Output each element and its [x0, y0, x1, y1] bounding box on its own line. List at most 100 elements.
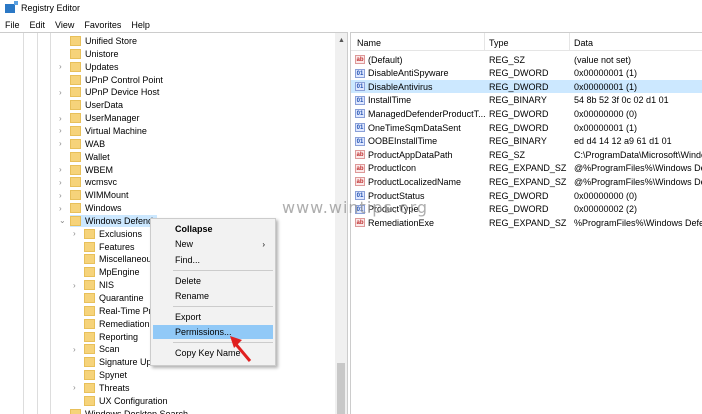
chevron-down-icon[interactable]: ⌄ [59, 216, 67, 225]
tree-node[interactable]: Unistore [70, 48, 123, 60]
chevron-right-icon[interactable]: › [59, 126, 67, 135]
value-row[interactable]: 01 DisableAntiSpyware REG_DWORD 0x00000001 … [351, 67, 702, 80]
binary-value-icon: 01 [355, 123, 365, 132]
chevron-right-icon[interactable]: › [73, 383, 81, 392]
scrollbar-thumb[interactable] [337, 363, 345, 414]
menu-item-label: Delete [175, 276, 202, 286]
tree-node[interactable]: › Exclusions [73, 228, 146, 240]
tree-node[interactable]: › Threats [73, 382, 134, 394]
chevron-right-icon[interactable]: › [73, 229, 81, 238]
tree-node[interactable]: › Scan [73, 343, 124, 355]
folder-icon [84, 344, 95, 355]
menu-view[interactable]: View [50, 20, 79, 30]
tree-line [37, 33, 38, 414]
menu-item-label: Export [175, 312, 202, 322]
folder-icon [70, 408, 81, 414]
chevron-right-icon[interactable]: › [59, 178, 67, 187]
tree-node[interactable]: › Virtual Machine [59, 125, 151, 137]
value-row[interactable]: ab RemediationExe REG_EXPAND_SZ %ProgramFil… [351, 216, 702, 229]
value-name: ProductIcon [368, 163, 417, 174]
value-row[interactable]: ab ProductIcon REG_EXPAND_SZ @%ProgramFiles… [351, 162, 702, 175]
tree-node[interactable]: Quarantine [84, 292, 148, 304]
column-data-header[interactable]: Data [574, 38, 593, 48]
menu-edit[interactable]: Edit [25, 20, 51, 30]
tree-node-label: WBEM [85, 164, 113, 175]
value-row[interactable]: 01 InstallTime REG_BINARY 54 8b 52 3f 0c 02… [351, 94, 702, 107]
chevron-right-icon[interactable]: › [73, 345, 81, 354]
tree-node[interactable]: Remediation [84, 318, 154, 330]
tree-node[interactable]: › WBEM [59, 164, 117, 176]
menu-separator [173, 270, 273, 271]
value-row[interactable]: ab (Default) REG_SZ (value not set) [351, 53, 702, 66]
tree-node[interactable]: › WIMMount [59, 189, 133, 201]
tree-node[interactable]: Reporting [84, 331, 142, 343]
tree-node[interactable]: ⌄ Windows Defend [59, 214, 158, 227]
tree-node-label: UPnP Control Point [85, 74, 163, 85]
watermark: www.wintips.org [282, 198, 429, 217]
folder-icon [84, 370, 95, 381]
chevron-right-icon[interactable]: › [59, 139, 67, 148]
folder-icon [70, 113, 81, 124]
tree-node[interactable]: › UserManager [59, 112, 144, 124]
value-row[interactable]: ab ProductAppDataPath REG_SZ C:\ProgramData… [351, 148, 702, 161]
tree-node[interactable]: Windows Desktop Search [70, 408, 192, 414]
menu-item-permissions[interactable]: Permissions... [153, 325, 273, 339]
tree-node[interactable]: Features [84, 241, 139, 253]
tree-node[interactable]: › WAB [59, 138, 109, 150]
value-row[interactable]: 01 OOBEInstallTime REG_BINARY ed d4 14 12 a… [351, 135, 702, 148]
chevron-right-icon[interactable]: › [59, 204, 67, 213]
value-row[interactable]: ab ProductLocalizedName REG_EXPAND_SZ @%Pro… [351, 175, 702, 188]
column-type-header[interactable]: Type [489, 38, 509, 48]
binary-value-icon: 01 [355, 82, 365, 92]
scroll-up-icon[interactable]: ▲ [338, 37, 345, 44]
column-name-header[interactable]: Name [357, 38, 381, 48]
value-row[interactable]: 01 DisableAntivirus REG_DWORD 0x00000001 (1… [351, 80, 702, 94]
menu-item-export[interactable]: Export [153, 310, 273, 324]
menu-help[interactable]: Help [126, 20, 155, 30]
tree-node[interactable]: Wallet [70, 151, 114, 163]
chevron-right-icon[interactable]: › [59, 88, 67, 97]
folder-icon [70, 151, 81, 162]
chevron-right-icon[interactable]: › [73, 281, 81, 290]
menu-favorites[interactable]: Favorites [79, 20, 126, 30]
tree-node[interactable]: Unified Store [70, 35, 141, 47]
value-type: REG_DWORD [489, 122, 549, 133]
chevron-right-icon[interactable]: › [59, 191, 67, 200]
tree-node[interactable]: Spynet [84, 369, 131, 381]
menu-item-copy-key-name[interactable]: Copy Key Name [153, 346, 273, 360]
menu-file[interactable]: File [0, 20, 25, 30]
folder-icon [70, 190, 81, 201]
value-row[interactable]: 01 OneTimeSqmDataSent REG_DWORD 0x00000001 … [351, 121, 702, 134]
folder-icon [70, 61, 81, 72]
tree-scrollbar[interactable]: ▲ [335, 33, 347, 414]
folder-icon [70, 48, 81, 59]
tree-node[interactable]: › Windows [59, 202, 126, 214]
tree-node[interactable]: MpEngine [84, 266, 144, 278]
tree-node[interactable]: UX Configuration [84, 395, 172, 407]
tree-node[interactable]: › NIS [73, 279, 118, 291]
chevron-right-icon[interactable]: › [59, 165, 67, 174]
binary-value-icon: 01 [355, 68, 365, 78]
value-data: 0x00000001 (1) [574, 68, 638, 79]
tree-node[interactable]: UPnP Control Point [70, 74, 167, 86]
tree-node[interactable]: › wcmsvc [59, 176, 121, 188]
menu-item-rename[interactable]: Rename [153, 289, 273, 303]
value-name: ProductLocalizedName [368, 176, 462, 187]
value-type: REG_DWORD [489, 204, 549, 215]
menu-item-new[interactable]: New › [153, 237, 273, 251]
chevron-right-icon[interactable]: › [59, 62, 67, 71]
tree-node[interactable]: › UPnP Device Host [59, 86, 163, 98]
tree-node[interactable]: › Updates [59, 61, 123, 73]
tree-node[interactable]: Miscellaneou [84, 253, 156, 265]
tree-node-label: Exclusions [99, 228, 143, 239]
menu-item-collapse[interactable]: Collapse [153, 222, 273, 236]
value-type: REG_DWORD [489, 108, 549, 119]
value-row[interactable]: 01 ManagedDefenderProductT... REG_DWORD 0x0… [351, 107, 702, 120]
tree-node[interactable]: UserData [70, 99, 127, 111]
menu-item-find[interactable]: Find... [153, 253, 273, 267]
tree-node-label: Virtual Machine [85, 125, 147, 136]
chevron-right-icon[interactable]: › [59, 114, 67, 123]
string-value-icon: ab [355, 218, 365, 228]
red-arrow-annotation [230, 336, 252, 362]
menu-item-delete[interactable]: Delete [153, 274, 273, 288]
